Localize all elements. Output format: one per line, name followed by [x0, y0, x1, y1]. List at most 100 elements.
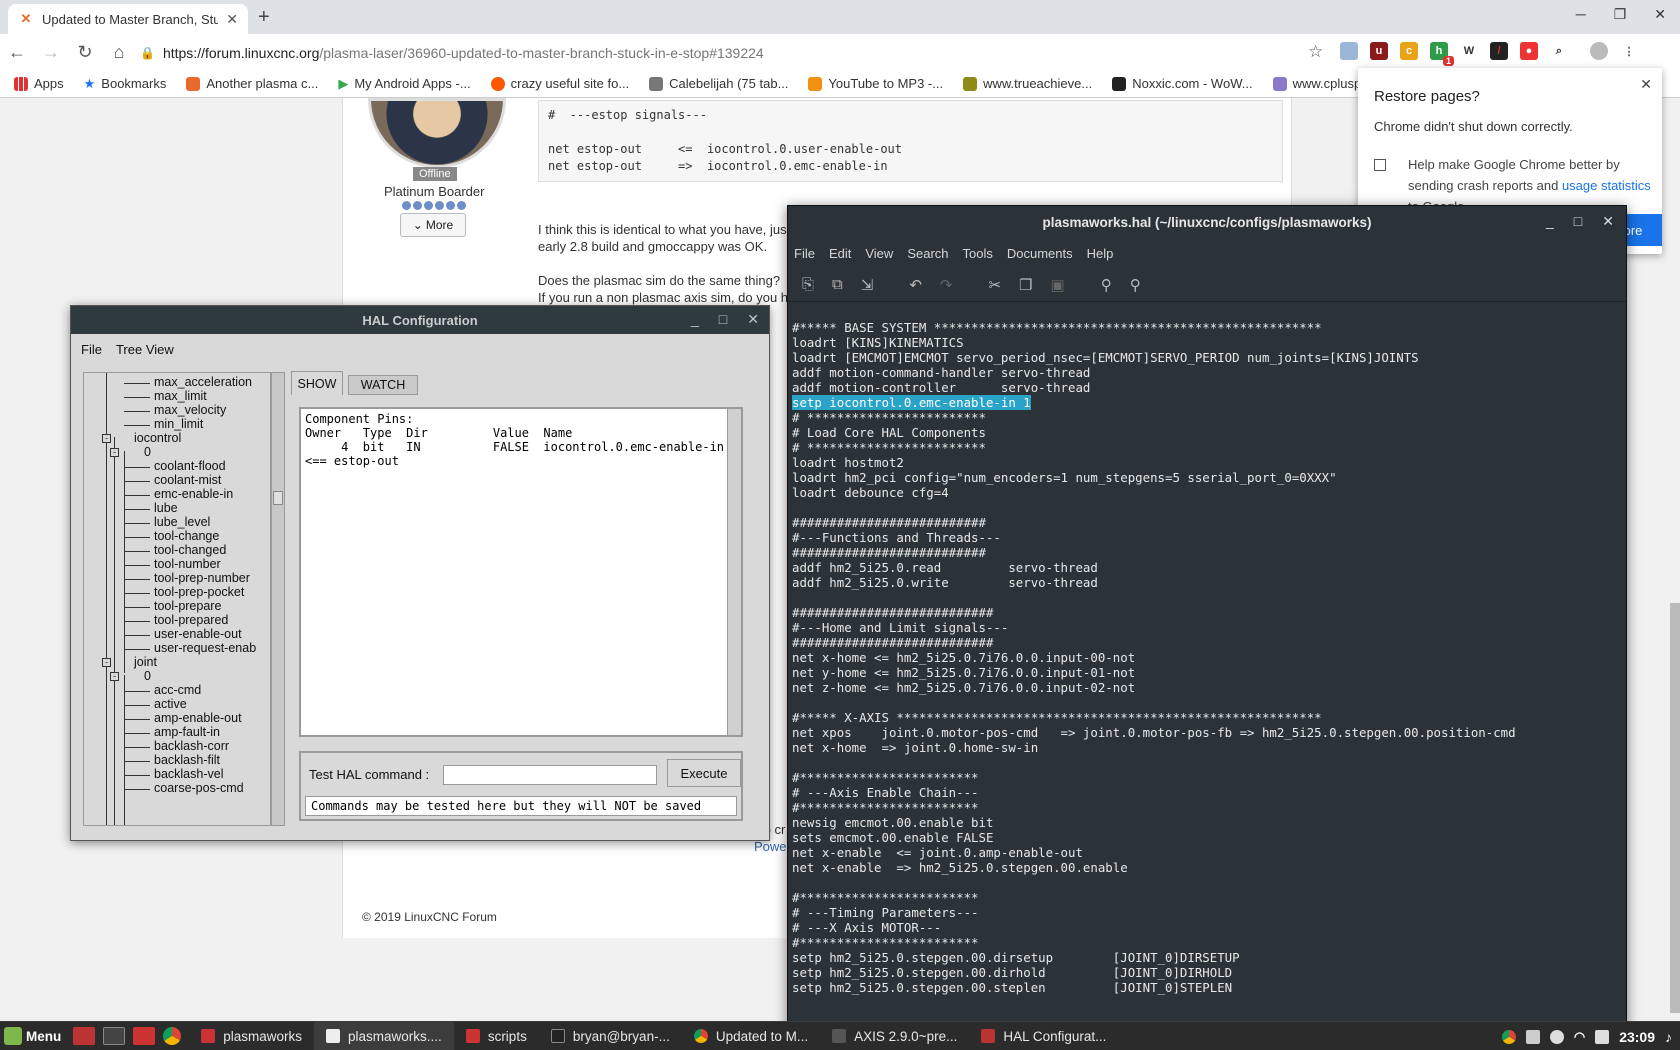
- menu-file[interactable]: File: [81, 342, 102, 357]
- taskbar-item-chrome[interactable]: Updated to M...: [682, 1022, 820, 1050]
- update-icon[interactable]: [1549, 1029, 1564, 1044]
- menu-file[interactable]: File: [794, 246, 815, 261]
- shield-icon[interactable]: [1525, 1029, 1540, 1044]
- tree-node[interactable]: iocontrol: [134, 431, 181, 446]
- gedit-title-bar[interactable]: plasmaworks.hal (~/linuxcnc/configs/plas…: [788, 206, 1626, 238]
- tree-collapse-icon[interactable]: -: [102, 658, 111, 667]
- bookmark-calebelijah[interactable]: Calebelijah (75 tab...: [649, 76, 788, 91]
- menu-view[interactable]: View: [865, 246, 893, 261]
- restore-icon[interactable]: ❐: [1614, 6, 1627, 23]
- tree-node[interactable]: user-enable-out: [154, 627, 242, 642]
- bookmark-bookmarks[interactable]: ★ Bookmarks: [84, 76, 167, 92]
- back-icon[interactable]: ←: [0, 42, 34, 63]
- tree-node[interactable]: min_limit: [154, 417, 203, 432]
- bookmark-cplusplus[interactable]: www.cplusplu: [1272, 76, 1371, 91]
- honey-extension-icon[interactable]: h1: [1430, 42, 1454, 66]
- hal-title-bar[interactable]: HAL Configuration: [71, 306, 769, 334]
- new-tab-icon[interactable]: +: [258, 6, 270, 29]
- tree-collapse-icon[interactable]: -: [102, 434, 111, 443]
- menu-tools[interactable]: Tools: [963, 246, 993, 261]
- chrome-menu-icon[interactable]: ⋮: [1620, 42, 1638, 60]
- tree-node[interactable]: coolant-mist: [154, 473, 221, 488]
- music-icon[interactable]: ♪: [1665, 1029, 1672, 1045]
- tree-node[interactable]: backlash-corr: [154, 739, 229, 754]
- menu-search[interactable]: Search: [907, 246, 948, 261]
- test-hal-command-input[interactable]: [443, 765, 657, 785]
- tree-collapse-icon[interactable]: -: [110, 448, 119, 457]
- redo-icon[interactable]: ↷: [940, 276, 953, 294]
- tree-collapse-icon[interactable]: -: [110, 672, 119, 681]
- menu-edit[interactable]: Edit: [829, 246, 851, 261]
- save-as-icon[interactable]: ⇲: [861, 276, 874, 294]
- minimize-icon[interactable]: _: [691, 311, 699, 328]
- tree-node[interactable]: tool-prep-pocket: [154, 585, 244, 600]
- minimize-icon[interactable]: ─: [1576, 6, 1586, 23]
- scroll-thumb[interactable]: [273, 491, 283, 505]
- copy-document-icon[interactable]: ⧉: [832, 276, 843, 293]
- forward-icon[interactable]: →: [34, 42, 68, 63]
- maximize-icon[interactable]: □: [1574, 213, 1582, 230]
- crash-report-checkbox[interactable]: [1374, 159, 1386, 171]
- tree-node[interactable]: max_velocity: [154, 403, 226, 418]
- taskbar-item-terminal[interactable]: bryan@bryan-...: [539, 1022, 682, 1050]
- page-scrollbar[interactable]: [1670, 603, 1680, 1013]
- magnifier-extension-icon[interactable]: ⌕: [1550, 42, 1568, 60]
- cut-icon[interactable]: ✂: [988, 276, 1001, 294]
- undo-icon[interactable]: ↶: [909, 276, 922, 294]
- tree-node[interactable]: tool-prep-number: [154, 571, 250, 586]
- network-icon[interactable]: ◠: [1574, 1029, 1585, 1045]
- tree-node[interactable]: tool-prepared: [154, 613, 228, 628]
- tab-watch[interactable]: WATCH: [348, 375, 418, 395]
- minimize-icon[interactable]: _: [1546, 213, 1554, 230]
- bookmark-plasma[interactable]: Another plasma c...: [186, 76, 318, 91]
- close-icon[interactable]: ✕: [747, 311, 759, 328]
- notes-extension-icon[interactable]: [1340, 42, 1358, 60]
- volume-icon[interactable]: [1595, 1029, 1610, 1044]
- gedit-text-area[interactable]: #***** BASE SYSTEM *********************…: [792, 320, 1622, 1030]
- bookmark-apps[interactable]: Apps: [14, 76, 64, 91]
- tab-show[interactable]: SHOW: [291, 371, 343, 395]
- search-icon[interactable]: ⚲: [1101, 276, 1112, 294]
- tree-node[interactable]: max_limit: [154, 389, 207, 404]
- tree-node[interactable]: coarse-pos-cmd: [154, 781, 244, 796]
- bookmark-youtube-mp3[interactable]: YouTube to MP3 -...: [808, 76, 943, 91]
- tree-node[interactable]: user-request-enab: [154, 641, 256, 656]
- tree-node[interactable]: acc-cmd: [154, 683, 201, 698]
- close-icon[interactable]: ✕: [1654, 6, 1666, 23]
- wikipedia-extension-icon[interactable]: W: [1460, 42, 1478, 60]
- taskbar-item-axis[interactable]: AXIS 2.9.0~pre...: [820, 1022, 969, 1050]
- bookmark-trueachievements[interactable]: www.trueachieve...: [963, 76, 1092, 91]
- search-replace-icon[interactable]: ⚲: [1130, 276, 1141, 294]
- tree-node[interactable]: joint: [134, 655, 157, 670]
- copy-icon[interactable]: ❐: [1019, 276, 1032, 294]
- bookmark-star-icon[interactable]: ☆: [1308, 42, 1323, 62]
- bookmark-android-apps[interactable]: ▶ My Android Apps -...: [338, 76, 470, 92]
- chrome-tray-icon[interactable]: [1501, 1029, 1516, 1044]
- new-document-icon[interactable]: ⎘: [802, 276, 814, 293]
- tree-node[interactable]: amp-fault-in: [154, 725, 220, 740]
- terminal-launcher-icon[interactable]: [103, 1027, 126, 1045]
- menu-help[interactable]: Help: [1087, 246, 1114, 261]
- reload-icon[interactable]: ↻: [68, 42, 102, 63]
- menu-documents[interactable]: Documents: [1007, 246, 1073, 261]
- close-icon[interactable]: ✕: [1640, 76, 1652, 93]
- pins-scrollbar[interactable]: [727, 409, 741, 735]
- files-launcher-icon[interactable]: [133, 1027, 156, 1045]
- tree-node[interactable]: backlash-filt: [154, 753, 220, 768]
- tree-node[interactable]: max_acceleration: [154, 375, 252, 390]
- tree-node[interactable]: tool-change: [154, 529, 219, 544]
- tree-node[interactable]: 0: [144, 669, 151, 684]
- usage-statistics-link[interactable]: usage statistics: [1562, 178, 1651, 193]
- tree-node[interactable]: tool-changed: [154, 543, 226, 558]
- coupon-extension-icon[interactable]: c: [1400, 42, 1418, 60]
- ghost-extension-icon[interactable]: ●: [1520, 42, 1538, 60]
- tree-node[interactable]: lube_level: [154, 515, 210, 530]
- maximize-icon[interactable]: □: [719, 311, 727, 328]
- tree-node[interactable]: amp-enable-out: [154, 711, 242, 726]
- footer-powered-link[interactable]: Powe: [754, 839, 787, 854]
- browser-tab[interactable]: ✕ Updated to Master Branch, Stu ✕: [8, 4, 248, 34]
- tree-node[interactable]: lube: [154, 501, 178, 516]
- home-icon[interactable]: ⌂: [102, 42, 136, 63]
- lastpass-extension-icon[interactable]: /: [1490, 42, 1508, 60]
- more-button[interactable]: ⌄ More: [400, 213, 466, 237]
